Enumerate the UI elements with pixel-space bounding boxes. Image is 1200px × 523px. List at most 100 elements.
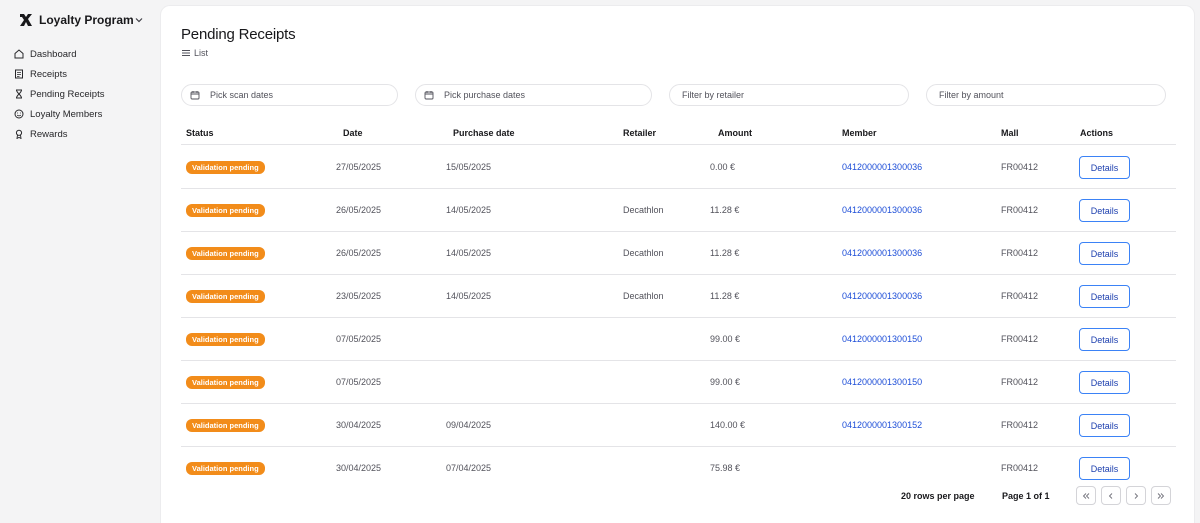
first-page-button[interactable] xyxy=(1076,486,1096,505)
chevron-down-icon[interactable] xyxy=(134,15,144,25)
amount-cell: 0.00 € xyxy=(710,162,736,172)
view-toggle-label: List xyxy=(194,48,209,58)
retailer-filter-input[interactable]: Filter by retailer xyxy=(669,84,909,106)
sidebar-item-rewards[interactable]: Rewards xyxy=(14,124,146,144)
details-button[interactable]: Details xyxy=(1079,328,1130,351)
smile-icon xyxy=(14,109,24,119)
details-button[interactable]: Details xyxy=(1079,285,1130,308)
column-header-member[interactable]: Member xyxy=(842,128,877,138)
previous-page-button[interactable] xyxy=(1101,486,1121,505)
mall-cell: FR00412 xyxy=(1001,334,1039,344)
details-button[interactable]: Details xyxy=(1079,199,1130,222)
receipt-icon xyxy=(15,69,23,79)
column-header-mall[interactable]: Mall xyxy=(1001,128,1019,138)
sidebar-item-loyalty-members[interactable]: Loyalty Members xyxy=(14,104,146,124)
calendar-icon xyxy=(424,91,434,100)
details-button[interactable]: Details xyxy=(1079,371,1130,394)
column-header-amount[interactable]: Amount xyxy=(718,128,752,138)
calendar-icon xyxy=(190,91,200,100)
amount-cell: 11.28 € xyxy=(710,291,740,301)
mall-cell: FR00412 xyxy=(1001,291,1039,301)
hourglass-icon xyxy=(16,89,22,99)
next-page-button[interactable] xyxy=(1126,486,1146,505)
column-header-status[interactable]: Status xyxy=(186,128,214,138)
table-row: Validation pending 26/05/2025 14/05/2025… xyxy=(181,232,1176,275)
amount-filter-input[interactable]: Filter by amount xyxy=(926,84,1166,106)
last-page-button[interactable] xyxy=(1151,486,1171,505)
mall-cell: FR00412 xyxy=(1001,205,1039,215)
status-badge: Validation pending xyxy=(186,204,265,217)
table-row: Validation pending 26/05/2025 14/05/2025… xyxy=(181,189,1176,232)
rows-per-page-select[interactable]: 20 rows per page xyxy=(901,491,975,501)
details-button[interactable]: Details xyxy=(1079,242,1130,265)
app-switcher[interactable]: Loyalty Program xyxy=(14,10,146,30)
column-header-retailer[interactable]: Retailer xyxy=(623,128,656,138)
date-cell: 23/05/2025 xyxy=(336,291,382,301)
chevrons-right-icon xyxy=(1157,492,1165,499)
purchase-date-cell: 07/04/2025 xyxy=(446,463,492,473)
retailer-cell: Decathlon xyxy=(623,205,664,215)
purchase-date-cell: 15/05/2025 xyxy=(446,162,492,172)
purchase-date-cell: 14/05/2025 xyxy=(446,248,492,258)
purchase-dates-picker[interactable]: Pick purchase dates xyxy=(415,84,652,106)
sidebar-item-label: Receipts xyxy=(30,68,67,80)
date-cell: 26/05/2025 xyxy=(336,205,382,215)
page-info: Page 1 of 1 xyxy=(1002,491,1050,501)
date-cell: 30/04/2025 xyxy=(336,420,382,430)
view-toggle-list[interactable]: List xyxy=(181,48,208,58)
member-link[interactable]: 0412000001300036 xyxy=(842,205,922,215)
member-link[interactable]: 0412000001300036 xyxy=(842,162,922,172)
details-button[interactable]: Details xyxy=(1079,156,1130,179)
member-link[interactable]: 0412000001300036 xyxy=(842,291,922,301)
scan-dates-placeholder: Pick scan dates xyxy=(210,90,274,100)
member-link[interactable]: 0412000001300150 xyxy=(842,377,922,387)
award-icon xyxy=(15,129,23,139)
date-cell: 26/05/2025 xyxy=(336,248,382,258)
chevrons-left-icon xyxy=(1082,492,1090,499)
member-link[interactable]: 0412000001300150 xyxy=(842,334,922,344)
retailer-cell: Decathlon xyxy=(623,291,664,301)
table-row: Validation pending 30/04/2025 09/04/2025… xyxy=(181,404,1176,447)
column-header-date[interactable]: Date xyxy=(343,128,363,138)
pagination: 20 rows per page Page 1 of 1 xyxy=(181,486,1176,510)
status-badge: Validation pending xyxy=(186,290,265,303)
table-row: Validation pending 07/05/2025 99.00 € 04… xyxy=(181,361,1176,404)
status-badge: Validation pending xyxy=(186,462,265,475)
app-title: Loyalty Program xyxy=(39,13,134,27)
status-badge: Validation pending xyxy=(186,247,265,260)
column-header-purchase-date[interactable]: Purchase date xyxy=(453,128,515,138)
member-link[interactable]: 0412000001300152 xyxy=(842,420,922,430)
amount-cell: 75.98 € xyxy=(710,463,741,473)
details-button[interactable]: Details xyxy=(1079,457,1130,480)
table-body: Validation pending 27/05/2025 15/05/2025… xyxy=(181,146,1176,490)
chevron-left-icon xyxy=(1108,492,1113,499)
sidebar-item-receipts[interactable]: Receipts xyxy=(14,64,146,84)
retailer-cell: Decathlon xyxy=(623,248,664,258)
amount-cell: 11.28 € xyxy=(710,205,740,215)
mall-cell: FR00412 xyxy=(1001,377,1039,387)
sidebar-item-label: Rewards xyxy=(30,128,68,140)
amount-filter-placeholder: Filter by amount xyxy=(939,90,1004,100)
details-button[interactable]: Details xyxy=(1079,414,1130,437)
retailer-filter-placeholder: Filter by retailer xyxy=(682,90,745,100)
mall-cell: FR00412 xyxy=(1001,420,1039,430)
status-badge: Validation pending xyxy=(186,333,265,346)
home-icon xyxy=(14,49,24,59)
mall-cell: FR00412 xyxy=(1001,162,1039,172)
table-row: Validation pending 30/04/2025 07/04/2025… xyxy=(181,447,1176,490)
date-cell: 30/04/2025 xyxy=(336,463,382,473)
scan-dates-picker[interactable]: Pick scan dates xyxy=(181,84,398,106)
table-row: Validation pending 23/05/2025 14/05/2025… xyxy=(181,275,1176,318)
amount-cell: 140.00 € xyxy=(710,420,746,430)
sidebar-item-dashboard[interactable]: Dashboard xyxy=(14,44,146,64)
date-cell: 07/05/2025 xyxy=(336,377,382,387)
mall-cell: FR00412 xyxy=(1001,248,1039,258)
chevron-right-icon xyxy=(1134,492,1139,499)
member-link[interactable]: 0412000001300036 xyxy=(842,248,922,258)
main-panel: Pending Receipts List Pick scan dates Pi… xyxy=(160,5,1195,523)
amount-cell: 99.00 € xyxy=(710,377,741,387)
sidebar-item-pending-receipts[interactable]: Pending Receipts xyxy=(14,84,146,104)
amount-cell: 11.28 € xyxy=(710,248,740,258)
table-row: Validation pending 07/05/2025 99.00 € 04… xyxy=(181,318,1176,361)
status-badge: Validation pending xyxy=(186,419,265,432)
